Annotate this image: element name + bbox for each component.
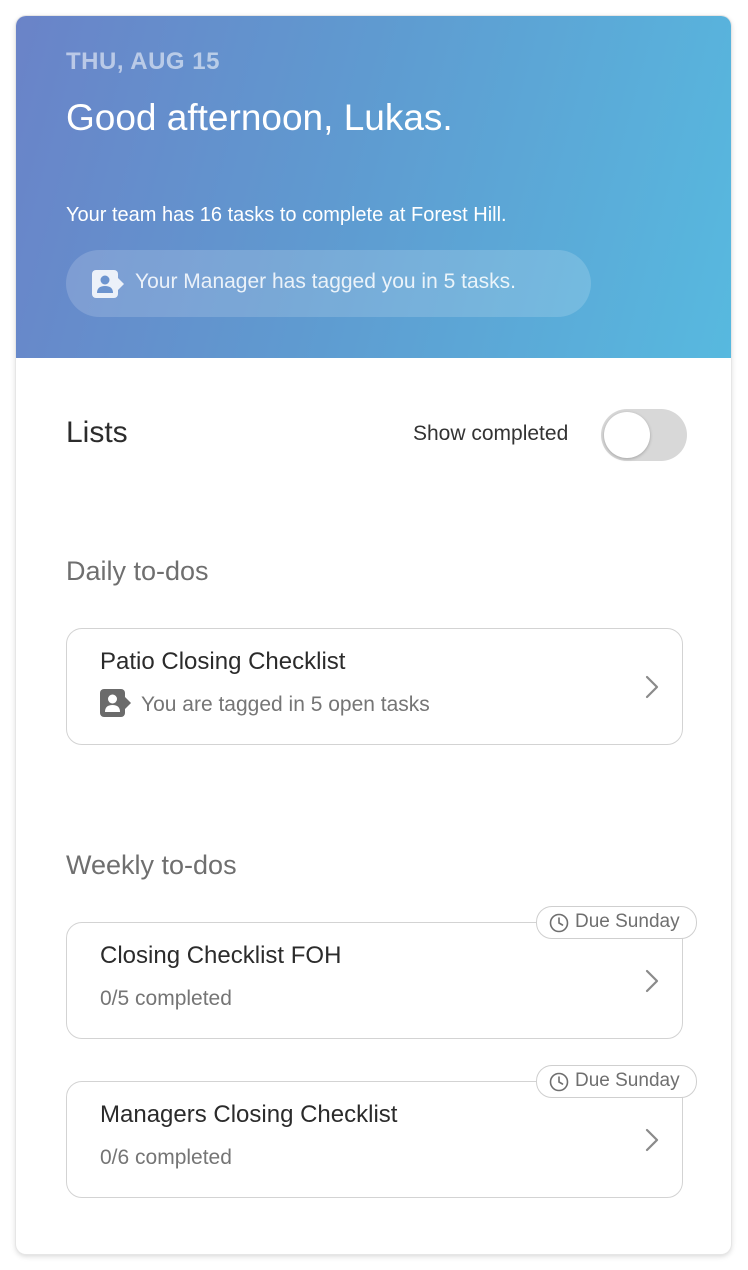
show-completed-toggle[interactable]	[601, 409, 687, 461]
greeting-heading: Good afternoon, Lukas.	[66, 97, 453, 138]
list-item-title: Managers Closing Checklist	[100, 1101, 398, 1128]
tagged-user-icon	[100, 689, 131, 717]
weekly-todos-heading: Weekly to-dos	[66, 850, 237, 880]
list-item-title: Patio Closing Checklist	[100, 648, 346, 675]
chevron-right-icon	[645, 675, 659, 699]
clock-icon	[549, 1072, 569, 1092]
toggle-knob	[604, 412, 650, 458]
tag-notice-text: Your Manager has tagged you in 5 tasks.	[135, 270, 516, 293]
due-label: Due Sunday	[575, 911, 680, 932]
header-banner: THU, AUG 15 Good afternoon, Lukas. Your …	[16, 16, 731, 358]
chevron-right-icon	[645, 969, 659, 993]
home-card: THU, AUG 15 Good afternoon, Lukas. Your …	[16, 16, 731, 1254]
clock-icon	[549, 913, 569, 933]
list-item-managers-closing-checklist[interactable]: Managers Closing Checklist 0/6 completed	[66, 1081, 683, 1198]
manager-tag-notice[interactable]: Your Manager has tagged you in 5 tasks.	[66, 250, 591, 317]
due-badge: Due Sunday	[536, 1065, 697, 1098]
date-label: THU, AUG 15	[66, 48, 220, 75]
list-item-closing-checklist-foh[interactable]: Closing Checklist FOH 0/5 completed	[66, 922, 683, 1039]
list-item-patio-closing-checklist[interactable]: Patio Closing Checklist You are tagged i…	[66, 628, 683, 745]
lists-heading: Lists	[66, 416, 128, 449]
team-task-summary: Your team has 16 tasks to complete at Fo…	[66, 204, 507, 226]
daily-todos-heading: Daily to-dos	[66, 556, 209, 586]
tagged-user-icon	[92, 270, 124, 298]
chevron-right-icon	[645, 1128, 659, 1152]
list-item-progress: 0/6 completed	[100, 1146, 232, 1169]
due-badge: Due Sunday	[536, 906, 697, 939]
list-item-subtitle: You are tagged in 5 open tasks	[141, 693, 430, 716]
list-item-title: Closing Checklist FOH	[100, 942, 342, 969]
show-completed-label: Show completed	[413, 422, 569, 445]
list-item-progress: 0/5 completed	[100, 987, 232, 1010]
due-label: Due Sunday	[575, 1070, 680, 1091]
